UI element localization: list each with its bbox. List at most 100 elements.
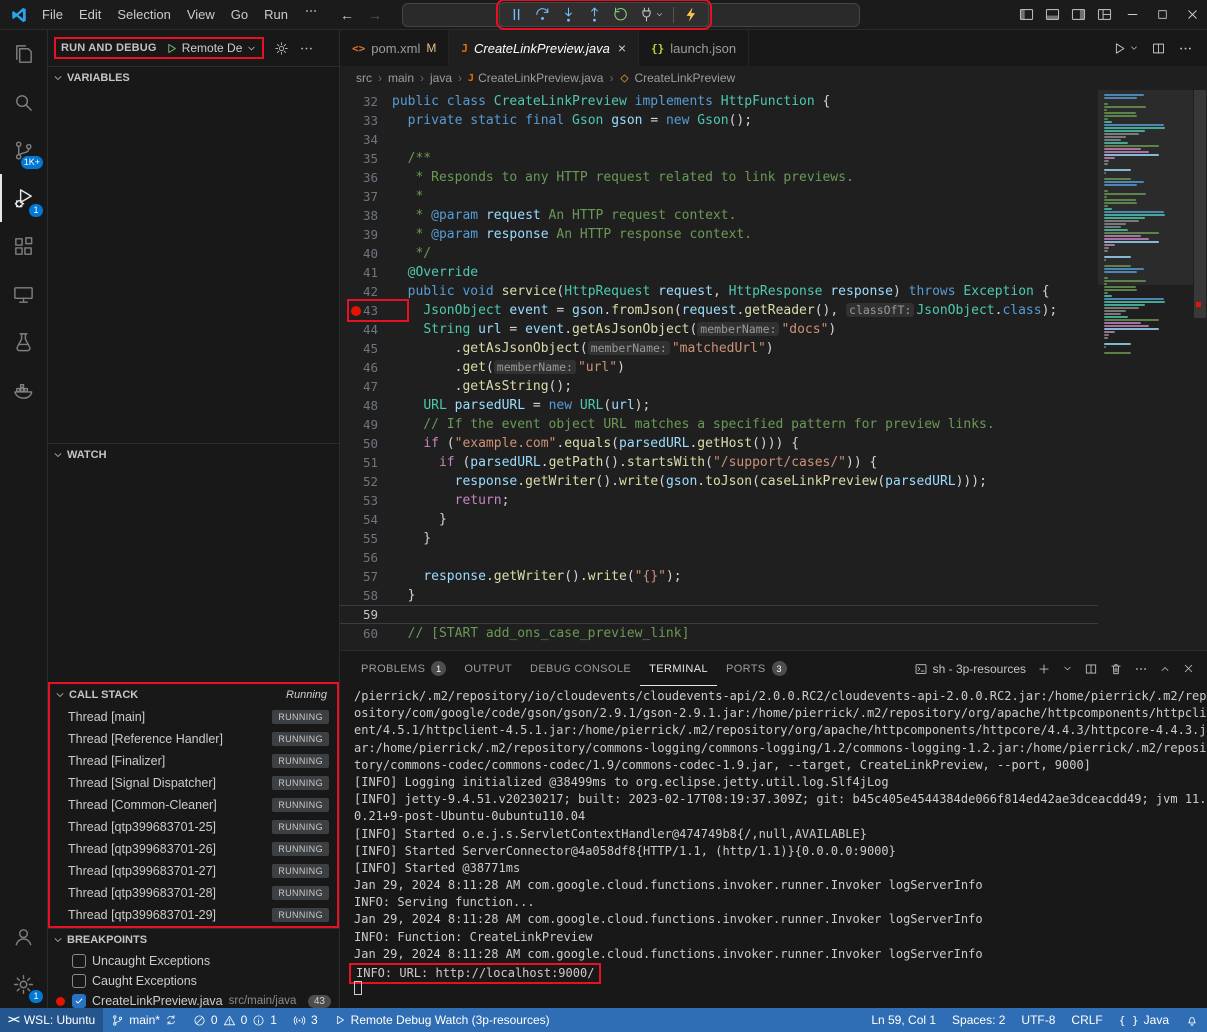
line-number[interactable]: 36 xyxy=(340,168,392,187)
code-line-57[interactable]: 57 response.getWriter().write("{}"); xyxy=(340,567,1098,586)
new-terminal-button[interactable] xyxy=(1037,662,1051,676)
code-line-44[interactable]: 44 String url = event.getAsJsonObject(me… xyxy=(340,320,1098,339)
code-line-51[interactable]: 51 if (parsedURL.getPath().startsWith("/… xyxy=(340,453,1098,472)
window-minimize-button[interactable] xyxy=(1117,0,1147,29)
split-terminal-button[interactable] xyxy=(1084,662,1098,676)
activity-docker[interactable] xyxy=(0,366,47,414)
breadcrumb-item[interactable]: main xyxy=(388,71,414,85)
code-line-60[interactable]: 60 // [START add_ons_case_preview_link] xyxy=(340,624,1098,643)
code-line-49[interactable]: 49 // If the event object URL matches a … xyxy=(340,415,1098,434)
line-number[interactable]: 37 xyxy=(340,187,392,206)
breadcrumb-item[interactable]: src xyxy=(356,71,372,85)
breakpoint-row[interactable]: Uncaught Exceptions xyxy=(48,951,339,971)
call-stack-section-header[interactable]: CALL STACK Running xyxy=(50,684,337,706)
line-number[interactable]: 48 xyxy=(340,396,392,415)
problems-indicator[interactable]: 0 0 1 xyxy=(185,1008,285,1032)
disconnect-button[interactable] xyxy=(635,4,667,25)
menu-edit[interactable]: Edit xyxy=(71,4,109,26)
breadcrumb-item[interactable]: java xyxy=(430,71,452,85)
line-number[interactable]: 59 xyxy=(340,605,392,624)
code-line-54[interactable]: 54 } xyxy=(340,510,1098,529)
line-number[interactable]: 56 xyxy=(340,548,392,567)
line-number[interactable]: 55 xyxy=(340,529,392,548)
line-number[interactable]: 32 xyxy=(340,92,392,111)
window-maximize-button[interactable] xyxy=(1147,0,1177,29)
call-stack-thread[interactable]: Thread [qtp399683701-27]RUNNING xyxy=(50,860,337,882)
code-line-32[interactable]: 32public class CreateLinkPreview impleme… xyxy=(340,92,1098,111)
line-number[interactable]: 52 xyxy=(340,472,392,491)
line-number[interactable]: 54 xyxy=(340,510,392,529)
run-java-button[interactable] xyxy=(1112,41,1139,56)
customize-layout-button[interactable] xyxy=(1091,0,1117,29)
activity-settings[interactable]: 1 xyxy=(0,960,47,1008)
code-line-33[interactable]: 33 private static final Gson gson = new … xyxy=(340,111,1098,130)
tab-createlinkpreview-java[interactable]: JCreateLinkPreview.java× xyxy=(449,30,639,66)
cursor-position-indicator[interactable]: Ln 59, Col 1 xyxy=(863,1008,944,1032)
terminal-dropdown-icon[interactable] xyxy=(1062,663,1073,674)
ports-indicator[interactable]: 3 xyxy=(285,1008,326,1032)
code-line-37[interactable]: 37 * xyxy=(340,187,1098,206)
code-line-47[interactable]: 47 .getAsString(); xyxy=(340,377,1098,396)
eol-indicator[interactable]: CRLF xyxy=(1063,1008,1110,1032)
nav-back-button[interactable]: ← xyxy=(340,7,354,23)
step-into-button[interactable] xyxy=(557,4,580,25)
panel-tab-problems[interactable]: PROBLEMS1 xyxy=(352,651,455,686)
debug-session-indicator[interactable]: Remote Debug Watch (3p-resources) xyxy=(326,1008,558,1032)
activity-accounts[interactable] xyxy=(0,912,47,960)
indentation-indicator[interactable]: Spaces: 2 xyxy=(944,1008,1013,1032)
code-line-56[interactable]: 56 xyxy=(340,548,1098,567)
line-number[interactable]: 58 xyxy=(340,586,392,605)
line-number[interactable]: 46 xyxy=(340,358,392,377)
menu-file[interactable]: File xyxy=(34,4,71,26)
line-number[interactable]: 41 xyxy=(340,263,392,282)
line-number[interactable]: 33 xyxy=(340,111,392,130)
launch-config-dropdown[interactable]: Remote De xyxy=(165,41,258,55)
branch-indicator[interactable]: main* xyxy=(103,1008,185,1032)
code-line-48[interactable]: 48 URL parsedURL = new URL(url); xyxy=(340,396,1098,415)
panel-more-actions-button[interactable] xyxy=(1134,662,1148,676)
menu-run[interactable]: Run xyxy=(256,4,296,26)
code-line-38[interactable]: 38 * @param request An HTTP request cont… xyxy=(340,206,1098,225)
panel-tab-ports[interactable]: PORTS3 xyxy=(717,651,796,686)
breadcrumb-item[interactable]: JCreateLinkPreview.java xyxy=(468,71,603,85)
toggle-secondary-sidebar-button[interactable] xyxy=(1065,0,1091,29)
activity-extensions[interactable] xyxy=(0,222,47,270)
call-stack-thread[interactable]: Thread [qtp399683701-26]RUNNING xyxy=(50,838,337,860)
hot-code-replace-button[interactable] xyxy=(680,4,703,25)
call-stack-thread[interactable]: Thread [qtp399683701-29]RUNNING xyxy=(50,904,337,926)
sidebar-more-actions-icon[interactable] xyxy=(299,41,314,56)
code-line-41[interactable]: 41 @Override xyxy=(340,263,1098,282)
terminal-output[interactable]: /pierrick/.m2/repository/io/cloudevents/… xyxy=(340,686,1207,1008)
code-editor[interactable]: 32public class CreateLinkPreview impleme… xyxy=(340,90,1207,650)
breakpoint-checkbox[interactable] xyxy=(72,994,86,1008)
code-line-42[interactable]: 42 public void service(HttpRequest reque… xyxy=(340,282,1098,301)
activity-explorer[interactable] xyxy=(0,30,47,78)
step-out-button[interactable] xyxy=(583,4,606,25)
tab-pom-xml[interactable]: <>pom.xmlM xyxy=(340,30,449,66)
line-number[interactable]: 60 xyxy=(340,624,392,643)
menu-view[interactable]: View xyxy=(179,4,223,26)
activity-testing[interactable] xyxy=(0,318,47,366)
panel-tab-terminal[interactable]: TERMINAL xyxy=(640,651,717,686)
maximize-panel-button[interactable] xyxy=(1159,663,1171,675)
tab-launch-json[interactable]: {}launch.json xyxy=(639,30,749,66)
restart-button[interactable] xyxy=(609,4,632,25)
panel-tab-debug-console[interactable]: DEBUG CONSOLE xyxy=(521,651,640,686)
call-stack-thread[interactable]: Thread [qtp399683701-28]RUNNING xyxy=(50,882,337,904)
code-line-43[interactable]: 43 JsonObject event = gson.fromJson(requ… xyxy=(340,301,1098,320)
call-stack-thread[interactable]: Thread [Reference Handler]RUNNING xyxy=(50,728,337,750)
code-line-40[interactable]: 40 */ xyxy=(340,244,1098,263)
code-line-39[interactable]: 39 * @param response An HTTP response co… xyxy=(340,225,1098,244)
line-number[interactable]: 50 xyxy=(340,434,392,453)
line-number[interactable]: 35 xyxy=(340,149,392,168)
close-tab-icon[interactable]: × xyxy=(618,40,626,56)
menu-selection[interactable]: Selection xyxy=(109,4,178,26)
line-number[interactable]: 40 xyxy=(340,244,392,263)
breakpoint-checkbox[interactable] xyxy=(72,954,86,968)
code-line-52[interactable]: 52 response.getWriter().write(gson.toJso… xyxy=(340,472,1098,491)
variables-section-header[interactable]: VARIABLES xyxy=(48,67,339,89)
step-over-button[interactable] xyxy=(531,4,554,25)
breakpoint-row[interactable]: Caught Exceptions xyxy=(48,971,339,991)
menu-overflow[interactable] xyxy=(296,4,326,26)
code-line-55[interactable]: 55 } xyxy=(340,529,1098,548)
